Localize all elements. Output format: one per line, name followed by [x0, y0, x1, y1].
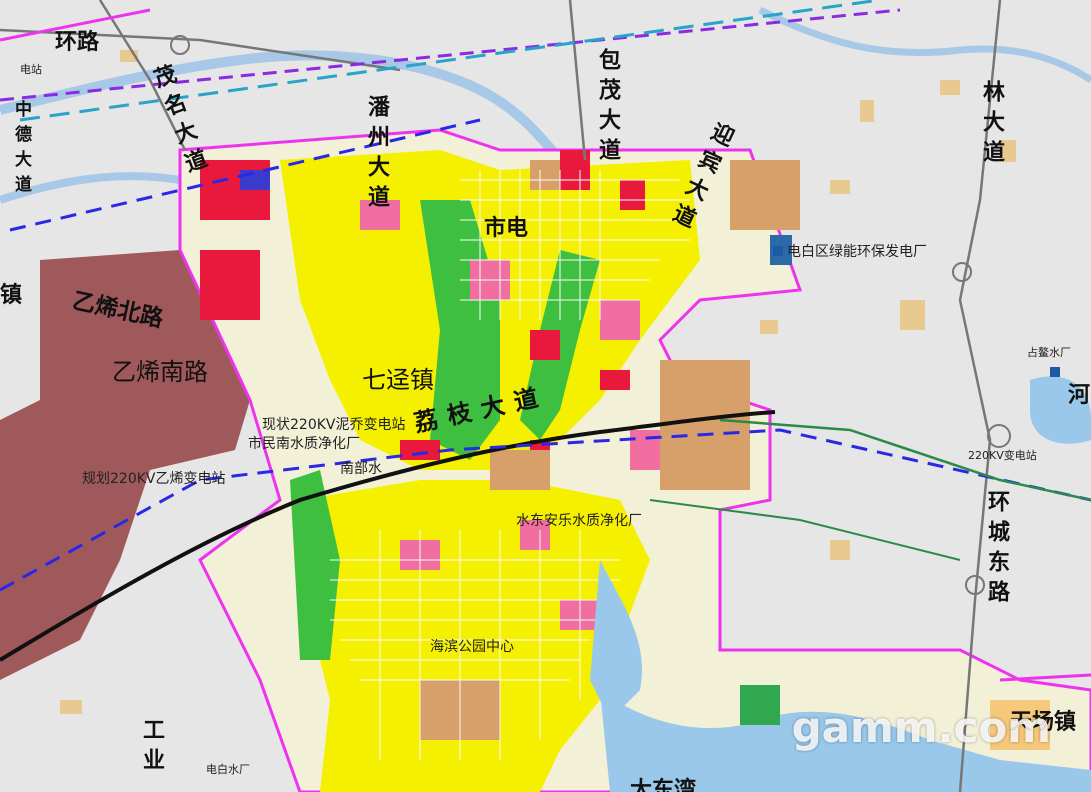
place-label-gong-ye: 工业: [139, 718, 164, 778]
facility-label-water-plant-south: 市民南水质净化厂: [248, 436, 360, 452]
facility-label-water-plant-dianbai: 电白水厂: [206, 763, 250, 776]
facility-label-water-plant-east: 水东安乐水质净化厂: [516, 513, 642, 529]
place-label-he: 河: [1068, 383, 1091, 408]
place-label-west-station: 电站: [20, 63, 42, 76]
road-label-huan-cheng-dong: 环城东路: [984, 490, 1009, 610]
place-label-qi-jing: 七迳镇: [362, 366, 434, 394]
watermark-text: gamm.com: [791, 703, 1051, 752]
facility-label-center: 海滨公园中心: [430, 639, 514, 655]
facility-label-substation-planned: 规划220KV乙烯变电站: [82, 471, 226, 487]
road-label-zhong-de: 中德大道: [11, 100, 31, 200]
road-label-huan-lu: 环路: [55, 30, 100, 55]
place-label-zhen: 镇: [0, 283, 23, 308]
facility-label-substation-east: 220KV变电站: [968, 449, 1037, 462]
facility-label-water-plant-zhan: 占鳌水厂: [1027, 346, 1071, 359]
road-label-shi-dian: 市电: [484, 216, 529, 241]
facility-label-substation-existing: 现状220KV泥乔变电站: [262, 417, 406, 433]
power-plant-marker-icon: [773, 246, 783, 256]
water-plant-marker-icon: [1050, 367, 1060, 377]
place-label-da-dong-wan: 大东湾: [630, 778, 697, 792]
road-label-lin-da: 林大道: [979, 80, 1004, 170]
land-use-map[interactable]: 环路 中德大道 茂名大道 潘州大道 包茂大道 市电 迎宾大道 林大道 乙烯北路 …: [0, 0, 1091, 792]
road-label-yi-xi-nan: 乙烯南路: [112, 358, 208, 386]
facility-label-nan-bu: 南部水: [340, 461, 382, 477]
road-label-pan-zhou: 潘州大道: [364, 95, 389, 215]
road-label-bao-mao: 包茂大道: [595, 48, 620, 168]
facility-label-power-plant: 电白区绿能环保发电厂: [787, 244, 927, 260]
